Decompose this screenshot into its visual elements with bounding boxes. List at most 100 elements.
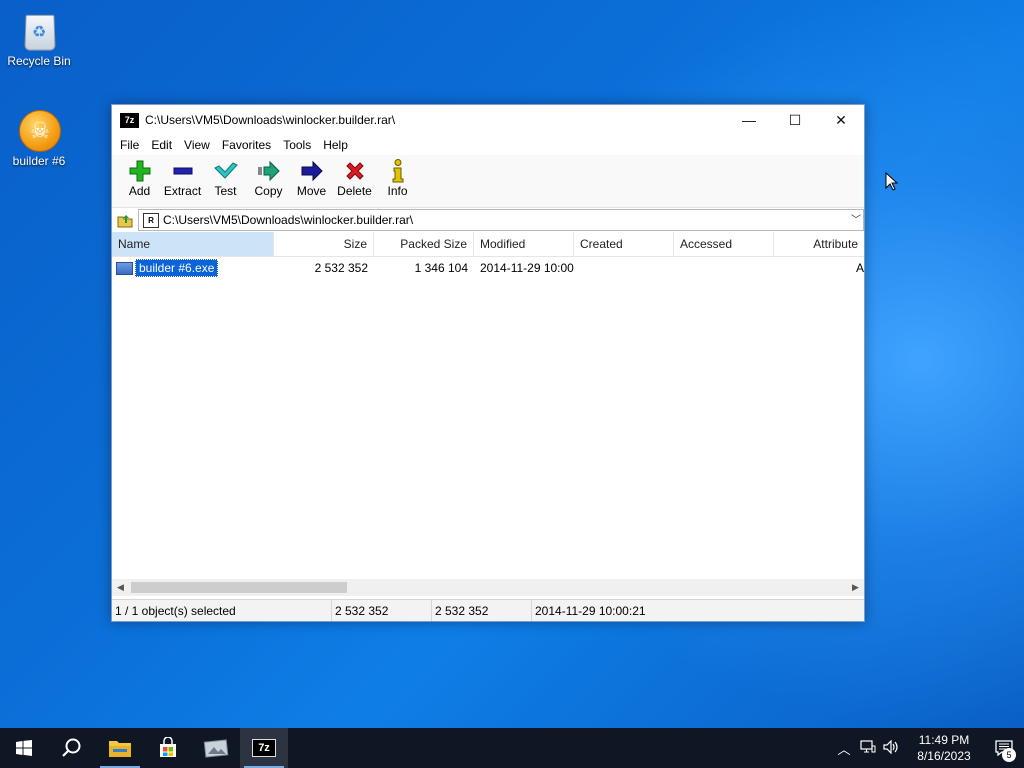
column-name[interactable]: Name	[112, 232, 274, 256]
copy-label: Copy	[254, 184, 283, 198]
search-icon	[62, 738, 81, 757]
network-icon[interactable]	[856, 739, 880, 757]
info-icon	[376, 159, 419, 183]
menu-file[interactable]: File	[114, 138, 145, 152]
column-attribute[interactable]: Attribute	[774, 232, 864, 256]
file-list[interactable]: Name Size Packed Size Modified Created A…	[112, 232, 864, 573]
add-button[interactable]: Add	[118, 155, 161, 198]
address-path: C:\Users\VM5\Downloads\winlocker.builder…	[163, 213, 414, 227]
status-packed: 2 532 352	[432, 600, 532, 621]
taskbar: 7z ︿ 11:49 PM 8/16/2023 5	[0, 728, 1024, 768]
menu-tools[interactable]: Tools	[277, 138, 317, 152]
menu-favorites[interactable]: Favorites	[216, 138, 277, 152]
info-label: Info	[387, 184, 408, 198]
clock[interactable]: 11:49 PM 8/16/2023	[904, 732, 984, 764]
extract-button[interactable]: Extract	[161, 155, 204, 198]
clock-time: 11:49 PM	[918, 733, 970, 747]
file-name[interactable]: builder #6.exe	[135, 259, 219, 277]
desktop-icon-label: Recycle Bin	[7, 54, 71, 68]
title-bar[interactable]: 7z C:\Users\VM5\Downloads\winlocker.buil…	[112, 105, 864, 135]
copy-button[interactable]: Copy	[247, 155, 290, 198]
7zip-app-icon[interactable]: 7z	[120, 112, 139, 128]
add-label: Add	[128, 184, 151, 198]
store-icon	[160, 737, 176, 757]
minus-icon	[161, 159, 204, 183]
notification-count-badge: 5	[1002, 748, 1016, 762]
taskbar-store[interactable]	[144, 728, 192, 768]
chevron-down-icon[interactable]: ﹀	[851, 211, 861, 226]
skull-icon: ☠	[19, 108, 61, 152]
move-label: Move	[296, 184, 327, 198]
move-button[interactable]: Move	[290, 155, 333, 198]
plus-icon	[118, 159, 161, 183]
up-folder-button[interactable]	[112, 209, 138, 231]
rar-archive-icon: R	[143, 212, 159, 228]
delete-button[interactable]: Delete	[333, 155, 376, 198]
menu-edit[interactable]: Edit	[145, 138, 178, 152]
desktop-icon-recycle-bin[interactable]: Recycle Bin	[1, 8, 77, 68]
minimize-button[interactable]: —	[726, 105, 772, 135]
move-arrow-icon	[290, 159, 333, 183]
info-button[interactable]: Info	[376, 155, 419, 198]
cell-packed-size: 1 346 104	[414, 261, 468, 275]
scroll-track[interactable]	[129, 579, 847, 596]
maximize-button[interactable]: ☐	[772, 105, 818, 135]
menu-help[interactable]: Help	[317, 138, 354, 152]
column-modified[interactable]: Modified	[474, 232, 574, 256]
test-button[interactable]: Test	[204, 155, 247, 198]
delete-label: Delete	[337, 184, 372, 198]
maximize-icon: ☐	[788, 111, 802, 128]
scroll-right-arrow-icon[interactable]: ▶	[847, 582, 864, 593]
table-row[interactable]: builder #6.exe 2 532 352 1 346 104 2014-…	[112, 258, 864, 278]
archive-window: 7z C:\Users\VM5\Downloads\winlocker.buil…	[111, 104, 865, 622]
search-button[interactable]	[48, 728, 96, 768]
minimize-icon: —	[742, 112, 756, 128]
status-bar: 1 / 1 object(s) selected 2 532 352 2 532…	[112, 599, 864, 621]
column-packed-size[interactable]: Packed Size	[374, 232, 474, 256]
status-size: 2 532 352	[332, 600, 432, 621]
scroll-left-arrow-icon[interactable]: ◀	[112, 582, 129, 593]
menu-bar: File Edit View Favorites Tools Help	[112, 135, 864, 155]
window-title: C:\Users\VM5\Downloads\winlocker.builder…	[145, 113, 396, 127]
horizontal-scrollbar[interactable]: ◀ ▶	[112, 579, 864, 596]
column-size[interactable]: Size	[274, 232, 374, 256]
exe-file-icon	[116, 261, 133, 275]
scroll-thumb[interactable]	[131, 582, 347, 593]
chevron-up-icon[interactable]: ︿	[832, 739, 856, 758]
mouse-cursor-icon	[885, 172, 899, 191]
7zip-icon: 7z	[252, 739, 276, 757]
check-icon	[204, 159, 247, 183]
up-folder-icon	[117, 215, 133, 228]
column-header: Name Size Packed Size Modified Created A…	[112, 232, 864, 257]
volume-icon[interactable]	[880, 739, 904, 757]
desktop-icon-builder[interactable]: ☠ builder #6	[1, 108, 77, 168]
address-input[interactable]: R C:\Users\VM5\Downloads\winlocker.build…	[138, 209, 864, 231]
close-icon: ✕	[835, 111, 847, 128]
close-button[interactable]: ✕	[818, 105, 864, 135]
cell-accessed	[674, 258, 774, 278]
taskbar-photos[interactable]	[192, 728, 240, 768]
file-explorer-icon	[109, 741, 131, 757]
cell-size: 2 532 352	[314, 261, 368, 275]
start-button[interactable]	[0, 728, 48, 768]
test-label: Test	[214, 184, 237, 198]
start-icon	[16, 740, 32, 756]
column-created[interactable]: Created	[574, 232, 674, 256]
toolbar: Add Extract Test Copy Move Delete Info	[112, 155, 864, 208]
recycle-bin-icon	[19, 8, 59, 52]
cell-name: builder #6.exe	[112, 258, 274, 278]
menu-view[interactable]: View	[178, 138, 216, 152]
status-selection: 1 / 1 object(s) selected	[112, 600, 332, 621]
photos-icon	[203, 739, 229, 758]
cell-attribute: A	[855, 261, 864, 275]
address-bar: R C:\Users\VM5\Downloads\winlocker.build…	[112, 208, 864, 233]
taskbar-7zip[interactable]: 7z	[240, 728, 288, 768]
extract-label: Extract	[163, 184, 202, 198]
clock-date: 8/16/2023	[917, 749, 971, 763]
column-accessed[interactable]: Accessed	[674, 232, 774, 256]
system-tray: ︿ 11:49 PM 8/16/2023 5	[832, 728, 1024, 768]
copy-arrow-icon	[247, 159, 290, 183]
cell-modified: 2014-11-29 10:00	[480, 261, 574, 275]
action-center-button[interactable]: 5	[984, 728, 1024, 768]
taskbar-file-explorer[interactable]	[96, 728, 144, 768]
